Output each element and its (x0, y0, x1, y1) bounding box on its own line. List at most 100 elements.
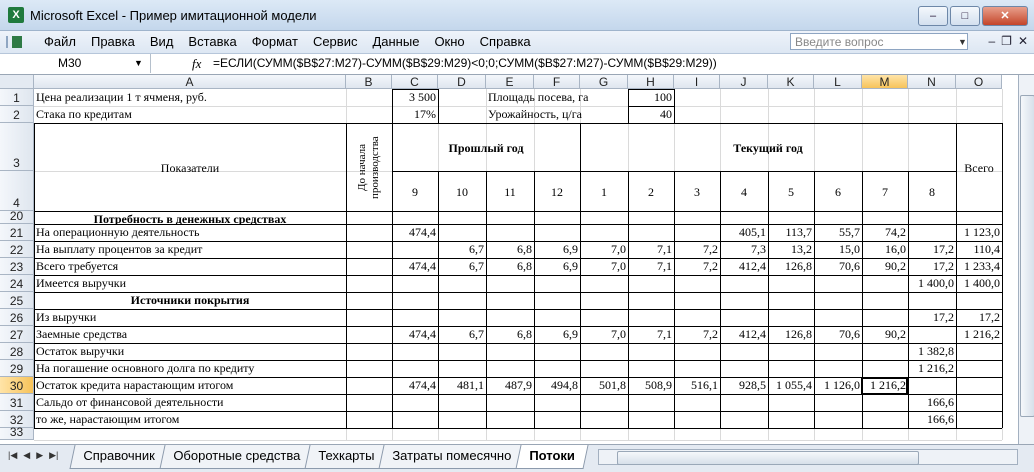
cell[interactable]: 12 (534, 172, 580, 211)
column-header[interactable]: N (908, 75, 956, 89)
cell[interactable]: Из выручки (34, 310, 346, 326)
column-header[interactable]: L (814, 75, 862, 89)
cell[interactable]: 90,2 (862, 327, 908, 343)
cell[interactable]: Текущий год (580, 124, 956, 171)
cell[interactable]: Остаток кредита нарастающим итогом (34, 378, 346, 394)
row-header[interactable]: 24 (0, 275, 34, 292)
cell[interactable]: 7,0 (580, 242, 628, 258)
row-header[interactable]: 27 (0, 326, 34, 343)
menu-item[interactable]: Справка (480, 34, 531, 49)
row-header[interactable]: 2 (0, 106, 34, 123)
prev-sheet-icon[interactable]: ◀ (23, 450, 30, 461)
last-sheet-icon[interactable]: ▶| (49, 450, 58, 461)
column-header[interactable]: G (580, 75, 628, 89)
cell[interactable]: 508,9 (628, 378, 674, 394)
cell[interactable]: 55,7 (814, 225, 862, 241)
cell[interactable]: 7,1 (628, 327, 674, 343)
cell[interactable]: 1 (580, 172, 628, 211)
cell[interactable]: 412,4 (720, 327, 768, 343)
cell[interactable]: 405,1 (720, 225, 768, 241)
cell[interactable]: 474,4 (392, 225, 438, 241)
cell[interactable]: 13,2 (768, 242, 814, 258)
cell[interactable]: 9 (392, 172, 438, 211)
name-box[interactable]: M30 ▼ (0, 54, 151, 73)
next-sheet-icon[interactable]: ▶ (36, 450, 43, 461)
column-header[interactable]: B (346, 75, 392, 89)
help-search-input[interactable]: Введите вопрос (790, 33, 968, 50)
cell[interactable]: 90,2 (862, 259, 908, 275)
row-header[interactable]: 23 (0, 258, 34, 275)
cell[interactable]: 1 126,0 (814, 378, 862, 394)
cell[interactable]: Заемные средства (34, 327, 346, 343)
row-header[interactable]: 31 (0, 394, 34, 411)
sheet-tab[interactable]: Затраты помесячно (378, 445, 525, 469)
cell[interactable]: 100 (628, 90, 674, 106)
cell[interactable]: 7,1 (628, 259, 674, 275)
vertical-scrollbar[interactable] (1018, 75, 1034, 444)
cell[interactable]: 113,7 (768, 225, 814, 241)
cell[interactable]: 15,0 (814, 242, 862, 258)
cell[interactable]: Сальдо от финансовой деятельности (34, 395, 346, 411)
mdi-minimize-button[interactable]: – (988, 34, 995, 48)
row-header[interactable]: 22 (0, 241, 34, 258)
row-header[interactable]: 3 (0, 123, 34, 171)
column-header[interactable]: I (674, 75, 720, 89)
sheet-tab[interactable]: Оборотные средства (158, 445, 314, 469)
cell[interactable]: 6,9 (534, 242, 580, 258)
cell[interactable]: 6,8 (486, 327, 534, 343)
cell[interactable]: 5 (768, 172, 814, 211)
cell[interactable]: 70,6 (814, 327, 862, 343)
help-dropdown-icon[interactable]: ▼ (958, 37, 967, 47)
cell[interactable]: 17,2 (956, 310, 1002, 326)
menu-item[interactable]: Сервис (313, 34, 358, 49)
menu-item[interactable]: Данные (372, 34, 419, 49)
cell[interactable]: 516,1 (674, 378, 720, 394)
cell[interactable]: 7,0 (580, 327, 628, 343)
cell[interactable]: 1 216,2 (908, 361, 956, 377)
cell[interactable]: 11 (486, 172, 534, 211)
cell[interactable]: На выплату процентов за кредит (34, 242, 346, 258)
cell[interactable]: 1 382,8 (908, 344, 956, 360)
cell[interactable]: Показатели (34, 124, 346, 211)
row-header[interactable]: 25 (0, 292, 34, 309)
cell[interactable]: Площадь посева, га (486, 90, 628, 106)
cell[interactable]: 7,2 (674, 242, 720, 258)
cell[interactable]: 126,8 (768, 327, 814, 343)
cell[interactable]: На погашение основного долга по кредиту (34, 361, 346, 377)
cell[interactable]: Остаток выручки (34, 344, 346, 360)
sheet-tab[interactable]: Потоки (515, 445, 588, 469)
column-header[interactable]: E (486, 75, 534, 89)
column-header[interactable]: C (392, 75, 438, 89)
cell[interactable]: 6,7 (438, 327, 486, 343)
minimize-button[interactable]: – (918, 6, 948, 26)
column-header[interactable]: F (534, 75, 580, 89)
cell[interactable]: 6,8 (486, 242, 534, 258)
cell[interactable]: 16,0 (862, 242, 908, 258)
column-header[interactable]: J (720, 75, 768, 89)
column-header[interactable]: A (34, 75, 346, 89)
cell[interactable]: 166,6 (908, 395, 956, 411)
cell[interactable]: 7,1 (628, 242, 674, 258)
cell[interactable]: 7,2 (674, 259, 720, 275)
cell[interactable]: 928,5 (720, 378, 768, 394)
cell[interactable]: Цена реализации 1 т ячменя, руб. (34, 90, 392, 106)
cell[interactable]: 8 (908, 172, 956, 211)
cell[interactable]: На операционную деятельность (34, 225, 346, 241)
cell[interactable]: 74,2 (862, 225, 908, 241)
cell[interactable]: 6,7 (438, 242, 486, 258)
first-sheet-icon[interactable]: |◀ (8, 450, 17, 461)
sheet-tab[interactable]: Справочник (69, 445, 169, 469)
cell[interactable]: 126,8 (768, 259, 814, 275)
cell[interactable]: 7,0 (580, 259, 628, 275)
cell[interactable]: 6,8 (486, 259, 534, 275)
cell[interactable]: 494,8 (534, 378, 580, 394)
row-header[interactable]: 29 (0, 360, 34, 377)
cell[interactable]: До начала производства (346, 124, 392, 211)
cell[interactable]: 501,8 (580, 378, 628, 394)
menu-item[interactable]: Вставка (188, 34, 236, 49)
vertical-scroll-thumb[interactable] (1020, 95, 1034, 417)
cell[interactable]: Потребность в денежных средствах (34, 212, 346, 224)
column-header[interactable]: O (956, 75, 1002, 89)
cell[interactable]: Всего требуется (34, 259, 346, 275)
column-header[interactable]: M (862, 75, 908, 89)
